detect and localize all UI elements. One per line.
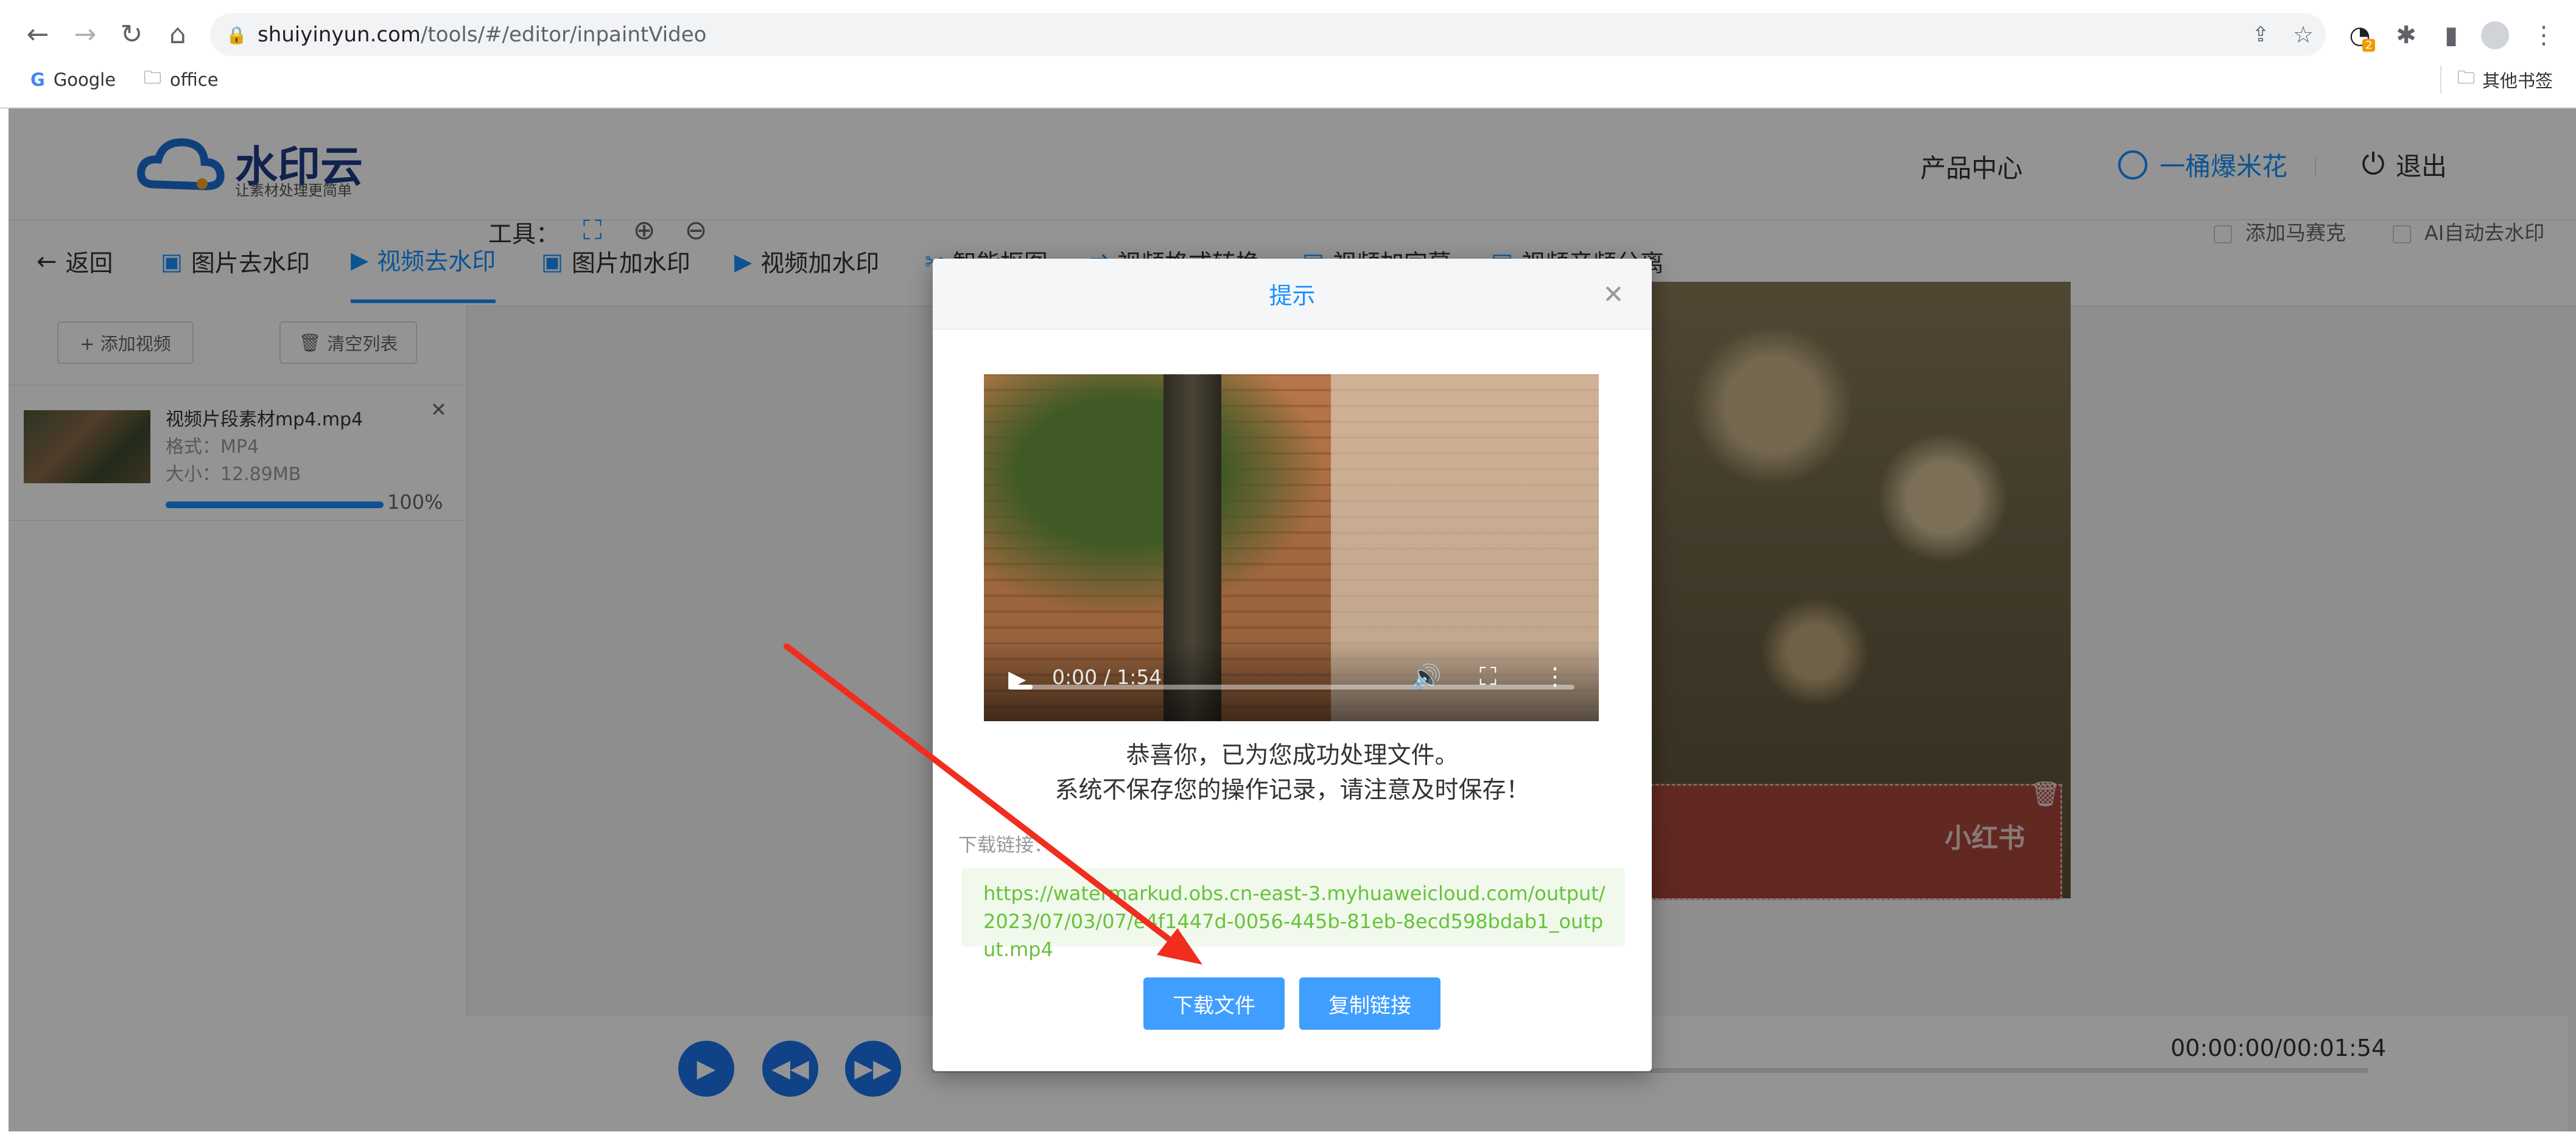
browser-toolbar: ← → ↻ ⌂ 🔒 shuiyinyun.com/tools/#/editor/… [0,0,2576,109]
profile-avatar-icon[interactable] [2478,18,2512,52]
side-panel-icon[interactable]: ▮ [2434,18,2468,52]
video-seek-bar[interactable] [1008,685,1574,690]
extension-badge: 2 [2362,39,2376,52]
puzzle-extensions-icon[interactable]: ✱ [2389,18,2423,52]
download-link-label: 下载链接： [958,834,1053,856]
download-url[interactable]: https://watermarkud.obs.cn-east-3.myhuaw… [983,879,1610,963]
bookmark-office[interactable]: 🗀 office [144,66,219,94]
video-seek-fill [1008,685,1033,690]
address-bar[interactable]: 🔒 shuiyinyun.com/tools/#/editor/inpaintV… [210,13,2326,56]
bookmark-office-label: office [170,69,219,90]
folder-icon: 🗀 [2457,66,2476,88]
chrome-menu-icon[interactable]: ⋮ [2527,18,2561,52]
bookmark-star-icon[interactable]: ☆ [2286,18,2320,52]
share-icon[interactable]: ⇪ [2244,18,2278,52]
home-icon[interactable]: ⌂ [160,16,196,52]
bookmark-google-label: Google [53,69,116,90]
bookmark-other-label: 其他书签 [2482,71,2553,91]
copy-link-button[interactable]: 复制链接 [1299,977,1441,1030]
url-text[interactable]: shuiyinyun.com/tools/#/editor/inpaintVid… [258,13,706,56]
success-dialog: 提示 ✕ ▶ 0:00 / 1:54 🔊 ⛶ ⋮ 恭喜你，已为您成功处理文件。 … [933,259,1652,1071]
forward-arrow-icon[interactable]: → [67,16,104,52]
url-path: /tools/#/editor/inpaintVideo [421,23,707,47]
reload-icon[interactable]: ↻ [113,16,150,52]
download-file-button[interactable]: 下载文件 [1143,977,1285,1030]
dialog-title: 提示 [1269,282,1316,309]
bookmark-other[interactable]: 🗀 其他书签 [2457,66,2553,94]
result-video-player[interactable]: ▶ 0:00 / 1:54 🔊 ⛶ ⋮ [984,374,1599,721]
success-message: 恭喜你，已为您成功处理文件。 [1126,742,1459,769]
google-icon: G [30,69,45,90]
folder-icon: 🗀 [144,66,162,88]
bookmark-divider [2440,66,2441,94]
close-icon[interactable]: ✕ [1596,277,1630,311]
bookmark-google[interactable]: G Google [30,66,116,94]
warning-message: 系统不保存您的操作记录，请注意及时保存！ [1055,777,1530,804]
back-arrow-icon[interactable]: ← [19,16,56,52]
extension-icon[interactable]: ◔ 2 [2343,18,2377,52]
video-frame-foliage [984,374,1325,618]
download-link-box: https://watermarkud.obs.cn-east-3.myhuaw… [961,868,1625,961]
url-host: shuiyinyun.com [258,23,421,47]
lock-icon: 🔒 [226,24,247,45]
